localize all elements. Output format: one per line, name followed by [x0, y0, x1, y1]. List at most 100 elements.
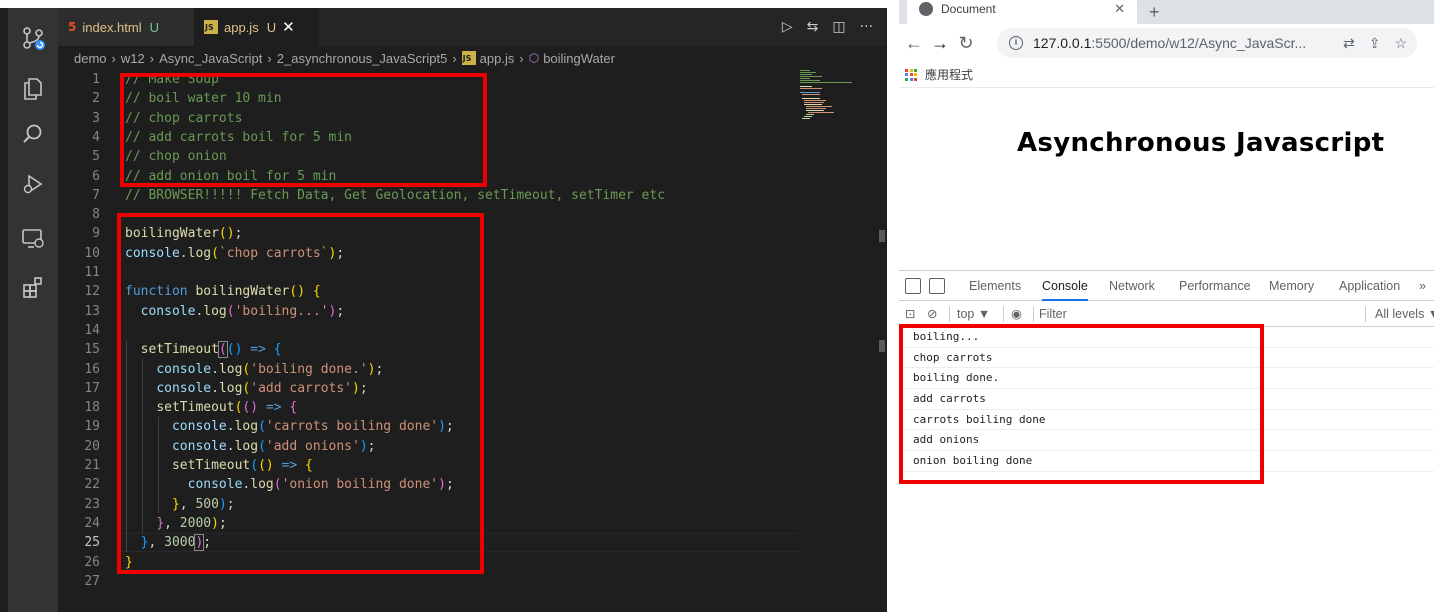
line-number: 23: [84, 496, 100, 512]
site-info-icon[interactable]: i: [1009, 36, 1023, 50]
more-tabs-icon[interactable]: »: [1419, 271, 1426, 301]
tab-memory[interactable]: Memory: [1269, 271, 1314, 301]
run-debug-icon[interactable]: [8, 164, 58, 204]
annotation-box-comments: [120, 73, 487, 187]
browser-tab-strip: Document ✕ +: [899, 0, 1434, 24]
code-line: 27: [58, 572, 798, 591]
chevron-right-icon: ›: [519, 50, 524, 66]
search-icon[interactable]: [8, 114, 58, 154]
breadcrumb-item[interactable]: boilingWater: [543, 51, 615, 66]
scroll-marker: [879, 230, 885, 242]
bookmark-star-icon[interactable]: ☆: [1394, 35, 1407, 52]
share-icon[interactable]: ⇪: [1369, 35, 1381, 52]
line-number: 21: [84, 458, 100, 473]
tab-network[interactable]: Network: [1109, 271, 1155, 301]
breadcrumb-item[interactable]: w12: [121, 51, 145, 66]
devtools-tab-bar: Elements Console Network Performance Mem…: [899, 271, 1434, 301]
split-editor-icon[interactable]: ◫: [832, 19, 845, 35]
breadcrumb-item[interactable]: Async_JavaScript: [159, 51, 262, 66]
line-number: 3: [92, 110, 100, 126]
close-icon[interactable]: ✕: [282, 18, 295, 36]
vertical-scrollbar[interactable]: [878, 70, 887, 612]
compare-changes-icon[interactable]: ⇆: [807, 19, 819, 35]
explorer-icon[interactable]: [8, 68, 58, 108]
browser-tab[interactable]: Document ✕: [907, 0, 1137, 24]
line-number: 18: [84, 400, 100, 416]
line-number: 26: [84, 554, 100, 570]
address-bar[interactable]: i 127.0.0.1:5500/demo/w12/Async_JavaScr.…: [997, 28, 1417, 58]
run-icon[interactable]: ▷: [782, 19, 793, 35]
chevron-right-icon: ›: [149, 50, 155, 66]
line-number: 5: [92, 149, 100, 165]
line-number: 11: [84, 265, 100, 280]
tab-app-js[interactable]: JS app.js U ✕: [194, 8, 318, 46]
more-actions-icon[interactable]: ···: [860, 19, 873, 35]
activity-bar: [8, 8, 58, 612]
vscode-window: 5 index.html U JS app.js U ✕ ▷ ⇆ ◫ ··· d…: [0, 0, 887, 612]
js-file-icon: JS: [204, 20, 218, 34]
divider: [949, 306, 950, 322]
close-icon[interactable]: ✕: [1114, 1, 1125, 17]
apps-grid-icon[interactable]: [905, 68, 917, 81]
line-number: 20: [84, 438, 100, 454]
annotation-box-code: [117, 213, 484, 574]
html-file-icon: 5: [68, 20, 77, 34]
url-host: 127.0.0.1: [1033, 35, 1092, 51]
inspect-element-icon[interactable]: [905, 278, 921, 294]
line-number: 4: [92, 129, 100, 145]
untracked-badge: U: [266, 19, 277, 35]
new-tab-icon[interactable]: +: [1149, 2, 1160, 23]
favicon-icon: [919, 2, 933, 16]
divider: [1365, 306, 1366, 322]
tab-label: index.html: [82, 19, 142, 35]
source-control-icon[interactable]: [8, 18, 58, 58]
log-levels-dropdown[interactable]: All levels ▼: [1375, 301, 1434, 327]
line-number: 2: [92, 91, 100, 107]
url-path: :5500/demo/w12/Async_JavaScr...: [1091, 35, 1307, 51]
annotation-box-console: [899, 324, 1264, 484]
reload-icon[interactable]: ↻: [953, 33, 979, 54]
chevron-right-icon: ›: [267, 50, 272, 66]
line-number: 12: [84, 284, 100, 300]
breadcrumb-item[interactable]: demo: [74, 51, 107, 66]
browser-tab-title: Document: [941, 2, 996, 16]
line-number: 17: [84, 380, 100, 396]
left-gap: [0, 8, 8, 612]
device-toolbar-icon[interactable]: [929, 278, 945, 294]
editor-actions: ▷ ⇆ ◫ ···: [782, 8, 873, 46]
line-number: 24: [84, 515, 100, 531]
divider: [1033, 306, 1034, 322]
line-number: 15: [84, 342, 100, 358]
js-file-icon: JS: [461, 51, 476, 65]
apps-shortcut-label[interactable]: 應用程式: [925, 66, 973, 83]
tab-index-html[interactable]: 5 index.html U: [58, 8, 194, 46]
line-number: 14: [84, 322, 100, 338]
divider: [1003, 306, 1004, 322]
bookmarks-bar: 應用程式: [899, 62, 1434, 88]
remote-explorer-icon[interactable]: [8, 218, 58, 258]
tab-label: app.js: [224, 19, 259, 35]
extensions-icon[interactable]: [8, 268, 58, 308]
breadcrumb-item[interactable]: app.js: [480, 51, 515, 66]
tab-console[interactable]: Console: [1042, 271, 1088, 301]
tab-application[interactable]: Application: [1339, 271, 1400, 301]
chevron-right-icon: ›: [452, 50, 457, 66]
line-number: 9: [92, 226, 100, 242]
back-icon[interactable]: ←: [901, 33, 927, 54]
breadcrumb: demo › w12 › Async_JavaScript › 2_asynch…: [58, 46, 887, 70]
code-line: 7// BROWSER!!!!! Fetch Data, Get Geoloca…: [58, 186, 798, 205]
chevron-right-icon: ›: [111, 50, 116, 66]
line-number: 1: [92, 72, 100, 87]
line-number: 7: [92, 187, 100, 203]
top-strip: [0, 0, 887, 8]
forward-icon[interactable]: →: [927, 33, 953, 54]
breadcrumb-item[interactable]: 2_asynchronous_JavaScript5: [277, 51, 448, 66]
tab-elements[interactable]: Elements: [969, 271, 1021, 301]
translate-icon[interactable]: ⇄: [1343, 35, 1355, 52]
tab-performance[interactable]: Performance: [1179, 271, 1251, 301]
line-number: 13: [84, 303, 100, 319]
minimap[interactable]: [800, 70, 880, 130]
line-number: 27: [84, 573, 100, 589]
browser-toolbar: ← → ↻ i 127.0.0.1:5500/demo/w12/Async_Ja…: [899, 24, 1434, 62]
line-number: 10: [84, 245, 100, 261]
